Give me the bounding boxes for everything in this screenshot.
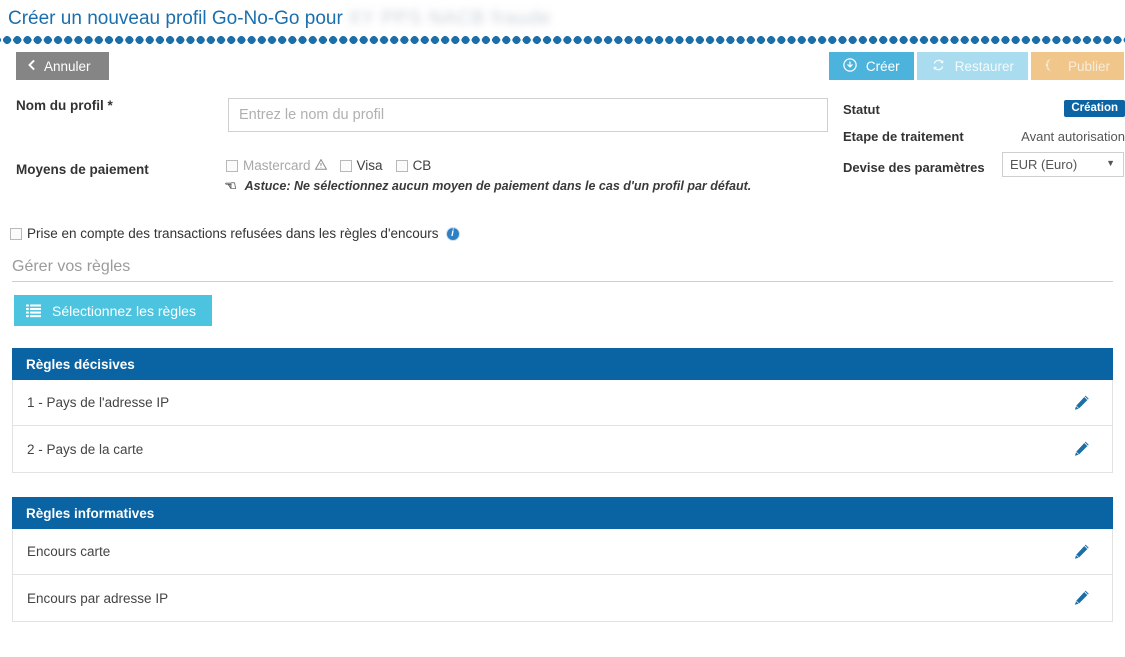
table-row[interactable]: 2 - Pays de la carte (13, 426, 1112, 472)
pencil-icon[interactable] (1073, 441, 1090, 458)
mastercard-checkbox[interactable] (226, 159, 238, 172)
cancel-button[interactable]: Annuler (16, 52, 109, 80)
status-row-etape: Etape de traitement Avant autorisation (835, 125, 1125, 152)
list-icon (26, 303, 41, 318)
rules-table-informative: Règles informatives Encours carte Encour… (12, 497, 1113, 622)
rules-table-informative-body: Encours carte Encours par adresse IP (12, 529, 1113, 622)
visa-checkbox[interactable] (339, 159, 352, 172)
status-panel: Statut Création Etape de traitement Avan… (835, 98, 1125, 184)
refresh-icon (931, 58, 946, 75)
mastercard-label: Mastercard (243, 158, 311, 173)
pencil-icon[interactable] (1073, 543, 1090, 560)
create-button[interactable]: Créer (828, 52, 914, 80)
etape-value: Avant autorisation (1021, 129, 1125, 144)
page-title-bar: Créer un nouveau profil Go-No-Go pour XY… (0, 0, 1125, 44)
payment-option-mastercard[interactable]: Mastercard (226, 158, 327, 173)
globe-icon (1045, 58, 1059, 75)
select-rules-button[interactable]: Sélectionnez les règles (14, 295, 212, 326)
pencil-icon[interactable] (1073, 394, 1090, 411)
primary-actions: Créer Restaurer Publier (828, 52, 1124, 80)
cancel-button-label: Annuler (44, 58, 91, 74)
status-row-devise: Devise des paramètres EUR (Euro) ▼ (835, 152, 1125, 184)
rule-name: 2 - Pays de la carte (27, 441, 144, 457)
declined-transactions-row[interactable]: Prise en compte des transactions refusée… (0, 226, 1125, 241)
toolbar: Annuler Créer Restaurer Publier (0, 52, 1125, 88)
payment-option-cb[interactable]: CB (395, 158, 432, 173)
cb-label: CB (412, 158, 432, 173)
payment-option-visa[interactable]: Visa (339, 158, 383, 173)
download-circle-icon (843, 58, 857, 75)
table-row[interactable]: Encours carte (13, 529, 1112, 575)
payment-means-options: Mastercard Visa CB (226, 158, 440, 173)
dotted-divider (0, 36, 1125, 44)
status-badge: Création (1064, 100, 1125, 117)
rules-table-decisive: Règles décisives 1 - Pays de l'adresse I… (12, 348, 1113, 473)
table-row[interactable]: Encours par adresse IP (13, 575, 1112, 621)
warning-triangle-icon (314, 158, 327, 173)
pointing-hand-icon: ☞ (226, 178, 238, 193)
rules-table-informative-header: Règles informatives (12, 497, 1113, 529)
publish-button[interactable]: Publier (1030, 52, 1124, 80)
rule-name: Encours carte (27, 544, 111, 559)
tip-text: Astuce: Ne sélectionnez aucun moyen de p… (244, 179, 752, 193)
declined-transactions-label: Prise en compte des transactions refusée… (27, 226, 439, 241)
etape-label: Etape de traitement (843, 129, 964, 144)
statut-label: Statut (843, 102, 880, 117)
restore-button-label: Restaurer (954, 58, 1014, 74)
profile-name-label: Nom du profil * (16, 98, 113, 113)
tip-line: ☞ Astuce: Ne sélectionnez aucun moyen de… (226, 178, 751, 194)
declined-transactions-checkbox[interactable] (10, 227, 22, 240)
create-button-label: Créer (865, 58, 900, 74)
profile-name-input[interactable] (228, 98, 828, 132)
status-row-statut: Statut Création (835, 98, 1125, 125)
publish-button-label: Publier (1067, 58, 1110, 74)
currency-select[interactable]: EUR (Euro) (1002, 152, 1124, 177)
chevron-left-icon (26, 59, 35, 74)
rule-name: Encours par adresse IP (27, 590, 169, 606)
select-rules-button-label: Sélectionnez les règles (52, 302, 196, 319)
manage-rules-heading: Gérer vos règles (12, 258, 1113, 282)
table-row[interactable]: 1 - Pays de l'adresse IP (13, 380, 1112, 426)
visa-label: Visa (356, 158, 383, 173)
payment-means-label: Moyens de paiement (16, 162, 149, 177)
info-icon[interactable]: i (445, 226, 460, 241)
rules-table-decisive-header: Règles décisives (12, 348, 1113, 380)
page-title: Créer un nouveau profil Go-No-Go pour XY… (8, 6, 1125, 32)
devise-label: Devise des paramètres (843, 160, 985, 175)
rule-name: 1 - Pays de l'adresse IP (27, 395, 170, 410)
restore-button[interactable]: Restaurer (916, 52, 1028, 80)
cb-checkbox[interactable] (395, 159, 408, 172)
rules-table-decisive-body: 1 - Pays de l'adresse IP 2 - Pays de la … (12, 380, 1113, 473)
form-area: Nom du profil * Moyens de paiement Maste… (0, 98, 1125, 218)
page-title-redacted-entity: XY PPS NACB fraude (348, 8, 552, 29)
page-title-text: Créer un nouveau profil Go-No-Go pour (8, 8, 343, 29)
pencil-icon[interactable] (1073, 590, 1090, 607)
